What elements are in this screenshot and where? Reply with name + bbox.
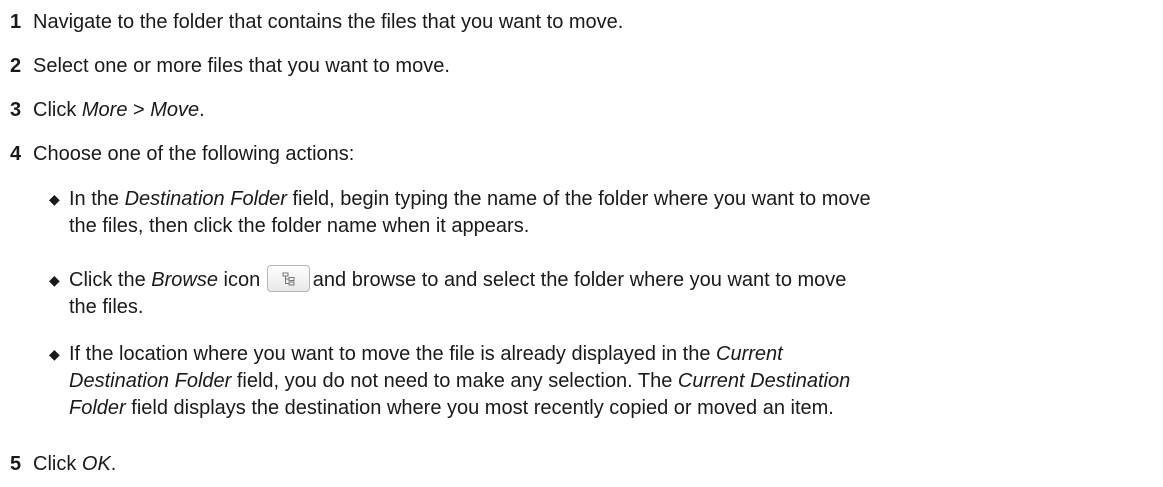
- bullet-line: the files, then click the folder name wh…: [69, 215, 530, 237]
- ok-label: OK: [81, 453, 111, 475]
- bullet-text: field, begin typing the name of the fold…: [286, 188, 871, 210]
- step-number: 1: [10, 11, 22, 33]
- step-3: 3 Click More > Move.: [10, 98, 205, 122]
- bullet-text: icon: [217, 269, 261, 291]
- field-name-destination-folder: Destination Folder: [69, 370, 232, 392]
- bullet-text: Click the: [69, 269, 152, 291]
- bullet-line: the files.: [69, 296, 144, 318]
- bullet-line: In the Destination Folder field, begin t…: [69, 186, 871, 213]
- browse-label: Browse: [151, 269, 218, 291]
- bullet-destination-folder: ◆ In the Destination Folder field, begin…: [49, 186, 871, 240]
- bullet-diamond-icon: ◆: [49, 191, 60, 207]
- step-text: Select one or more files that you want t…: [33, 55, 450, 77]
- bullet-text: and browse to and select the folder wher…: [312, 269, 847, 291]
- folder-tree-icon: [282, 272, 295, 286]
- step-text: Choose one of the following actions:: [33, 143, 355, 165]
- bullet-diamond-icon: ◆: [49, 272, 60, 288]
- step-text-prefix: Click: [33, 99, 82, 121]
- bullet-line: Click the Browse icon and browse to and …: [69, 265, 847, 294]
- step-text-prefix: Click: [33, 453, 82, 475]
- step-text: Navigate to the folder that contains the…: [33, 11, 624, 33]
- field-name-current-destination: Current Destination: [677, 370, 851, 392]
- bullet-text: field, you do not need to make any selec…: [231, 370, 678, 392]
- bullet-diamond-icon: ◆: [49, 346, 60, 362]
- step-text-suffix: .: [199, 99, 205, 121]
- step-5: 5 Click OK.: [10, 452, 116, 476]
- bullet-text: If the location where you want to move t…: [69, 343, 717, 365]
- bullet-text: field displays the destination where you…: [125, 397, 834, 419]
- step-text-suffix: .: [110, 453, 117, 475]
- field-name-current: Current: [716, 343, 783, 365]
- field-name-folder: Folder: [69, 397, 126, 419]
- field-name-destination-folder: Destination Folder: [124, 188, 287, 210]
- bullet-text: In the: [69, 188, 125, 210]
- step-1: 1 Navigate to the folder that contains th…: [10, 10, 623, 34]
- bullet-line: If the location where you want to move t…: [69, 341, 850, 368]
- menu-move: Move: [150, 99, 200, 121]
- menu-more: More: [81, 99, 128, 121]
- step-4: 4 Choose one of the following actions:: [10, 142, 354, 166]
- bullet-line: Folder field displays the destination wh…: [69, 395, 850, 422]
- step-2: 2 Select one or more files that you want …: [10, 54, 450, 78]
- browse-button[interactable]: [266, 265, 310, 293]
- step-number: 4: [10, 143, 22, 165]
- bullet-browse: ◆ Click the Browse icon and browse to an…: [49, 265, 847, 321]
- step-number: 5: [10, 453, 22, 475]
- step-number: 2: [10, 55, 22, 77]
- bullet-line: Destination Folder field, you do not nee…: [69, 368, 850, 395]
- step-number: 3: [10, 99, 22, 121]
- step-text-separator: >: [127, 99, 151, 121]
- bullet-current-destination: ◆ If the location where you want to move…: [49, 341, 850, 422]
